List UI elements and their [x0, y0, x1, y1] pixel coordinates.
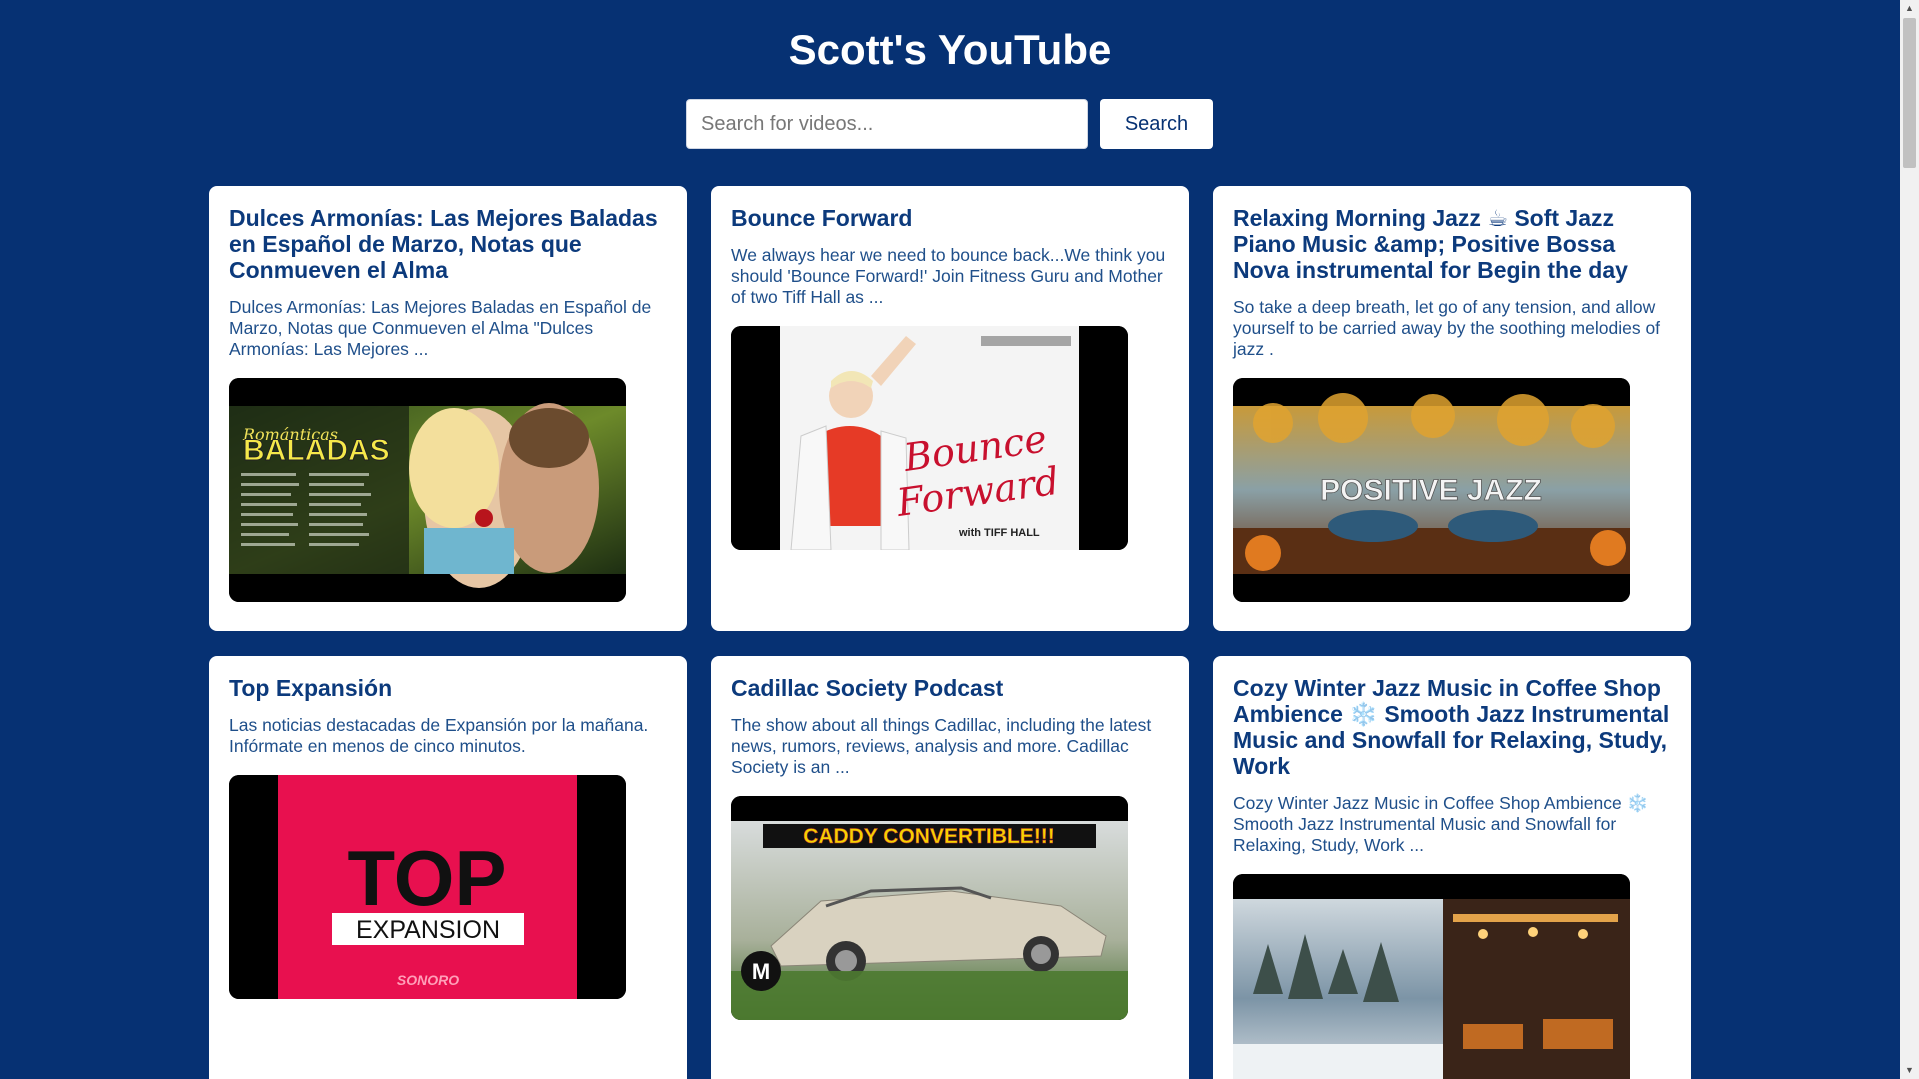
video-thumbnail[interactable]: TOP EXPANSION SONORO [229, 775, 626, 999]
video-card[interactable]: Dulces Armonías: Las Mejores Baladas en … [209, 186, 687, 631]
video-description: Dulces Armonías: Las Mejores Baladas en … [229, 297, 652, 359]
search-bar: Search [686, 99, 1213, 149]
scrollbar-thumb[interactable] [1903, 18, 1916, 168]
thumbnail-text: POSITIVE JAZZ [1320, 474, 1542, 507]
video-card[interactable]: Cozy Winter Jazz Music in Coffee Shop Am… [1213, 656, 1691, 1079]
video-description: The show about all things Cadillac, incl… [731, 715, 1152, 777]
video-card[interactable]: Relaxing Morning Jazz ☕ Soft Jazz Piano … [1213, 186, 1691, 631]
video-thumbnail[interactable]: Románticas BALADAS [229, 378, 626, 602]
search-button[interactable]: Search [1100, 99, 1213, 149]
site-title: Scott's YouTube [788, 26, 1112, 73]
video-description: Cozy Winter Jazz Music in Coffee Shop Am… [1233, 793, 1649, 855]
video-grid: Dulces Armonías: Las Mejores Baladas en … [209, 186, 1691, 1079]
video-title[interactable]: Cozy Winter Jazz Music in Coffee Shop Am… [1233, 675, 1671, 779]
video-card[interactable]: Bounce Forward We always hear we need to… [711, 186, 1189, 631]
page-scrollbar[interactable]: ▲ ▼ [1900, 0, 1919, 1079]
video-thumbnail[interactable]: Bounce Forward with TIFF HALL [731, 326, 1128, 550]
video-thumbnail[interactable] [1233, 874, 1630, 1079]
thumbnail-text: BALADAS [243, 434, 390, 467]
video-title[interactable]: Top Expansión [229, 675, 667, 701]
video-thumbnail[interactable]: CADDY CONVERTIBLE!!! M [731, 796, 1128, 1020]
scroll-down-icon[interactable]: ▼ [1900, 1062, 1919, 1079]
video-card[interactable]: Top Expansión Las noticias destacadas de… [209, 656, 687, 1079]
video-title[interactable]: Bounce Forward [731, 205, 1169, 231]
video-title[interactable]: Dulces Armonías: Las Mejores Baladas en … [229, 205, 667, 283]
thumbnail-text: CADDY CONVERTIBLE!!! [803, 825, 1055, 848]
thumbnail-brand: SONORO [397, 972, 459, 988]
page: Scott's YouTube Search Dulces Armonías: … [0, 0, 1900, 1079]
scroll-up-icon[interactable]: ▲ [1900, 0, 1919, 17]
video-thumbnail[interactable]: POSITIVE JAZZ [1233, 378, 1630, 602]
thumbnail-subtext: EXPANSION [356, 916, 500, 944]
video-title[interactable]: Relaxing Morning Jazz ☕ Soft Jazz Piano … [1233, 205, 1671, 283]
thumbnail-text: TOP [348, 834, 507, 922]
thumbnail-subtext: with TIFF HALL [958, 527, 1040, 539]
video-description: We always hear we need to bounce back...… [731, 245, 1166, 307]
search-input[interactable] [686, 99, 1088, 149]
video-card[interactable]: Cadillac Society Podcast The show about … [711, 656, 1189, 1079]
video-description: Las noticias destacadas de Expansión por… [229, 715, 649, 756]
video-title[interactable]: Cadillac Society Podcast [731, 675, 1169, 701]
video-description: So take a deep breath, let go of any ten… [1233, 297, 1661, 359]
thumbnail-logo: M [752, 959, 770, 984]
